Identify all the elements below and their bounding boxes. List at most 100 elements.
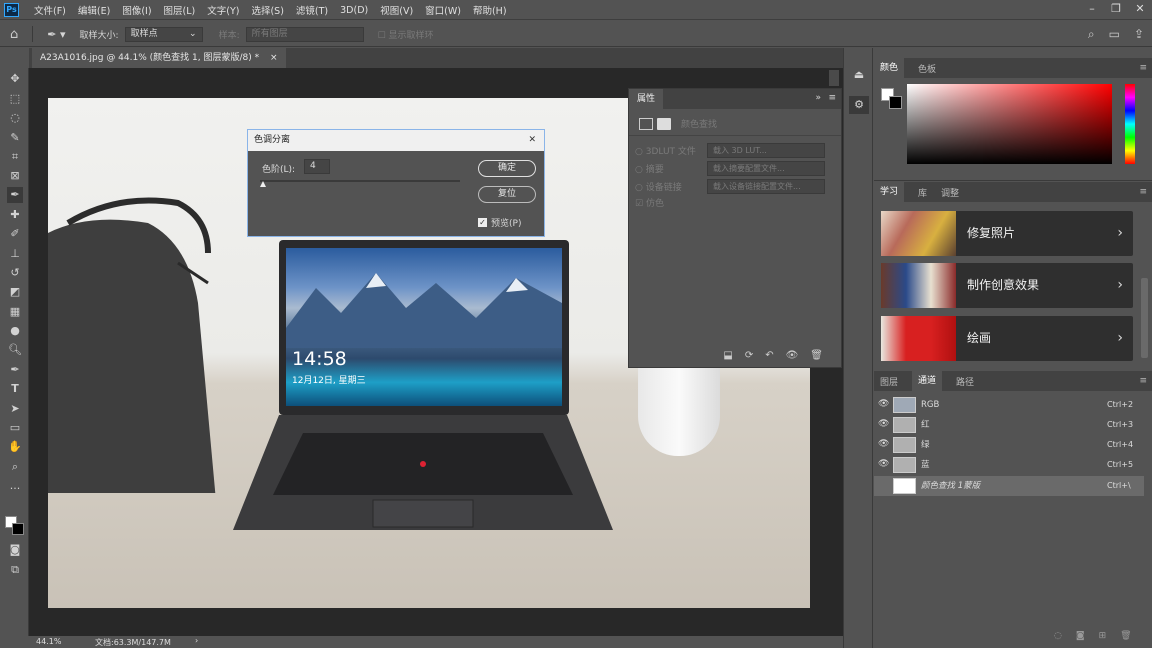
- quick-mask-icon[interactable]: ◙: [7, 542, 23, 558]
- frame-tool-icon[interactable]: ⊠: [7, 168, 23, 184]
- levels-input[interactable]: 4: [304, 159, 330, 174]
- dialog-close-icon[interactable]: ✕: [528, 130, 536, 151]
- menu-file[interactable]: 文件(F): [34, 3, 66, 17]
- history-brush-icon[interactable]: ↺: [7, 265, 23, 281]
- properties-panel-icon[interactable]: ⚙: [849, 96, 869, 114]
- tab-paths[interactable]: 路径: [956, 375, 974, 388]
- reset-adjustment-icon[interactable]: ↶: [765, 350, 773, 361]
- channel-row-mask[interactable]: 颜色查找 1蒙版 Ctrl+\: [874, 476, 1144, 496]
- tab-libraries[interactable]: 库: [918, 186, 927, 199]
- learn-panel-menu-icon[interactable]: ≡: [1139, 187, 1147, 197]
- menu-edit[interactable]: 编辑(E): [78, 3, 110, 17]
- menu-type[interactable]: 文字(Y): [207, 3, 239, 17]
- preview-checkbox[interactable]: ✓ 预览(P): [478, 216, 521, 229]
- quick-select-tool-icon[interactable]: ✎: [7, 130, 23, 146]
- channels-panel-menu-icon[interactable]: ≡: [1139, 376, 1147, 386]
- panel-menu-icon[interactable]: ≡: [828, 93, 836, 103]
- eyedropper-tool-icon[interactable]: ✒: [7, 187, 23, 203]
- new-channel-icon[interactable]: ⊞: [1099, 631, 1107, 641]
- abstract-option[interactable]: ○ 摘要: [635, 162, 664, 175]
- menu-3d[interactable]: 3D(D): [340, 5, 368, 16]
- type-tool-icon[interactable]: T: [7, 381, 23, 397]
- tab-swatches[interactable]: 色板: [918, 62, 936, 75]
- workspace-icon[interactable]: ▭: [1109, 27, 1120, 41]
- channel-row-red[interactable]: 👁︎ 红 Ctrl+3: [874, 415, 1144, 435]
- learn-item-repair-photo[interactable]: 修复照片 ›: [881, 211, 1133, 256]
- learn-scrollbar[interactable]: [1141, 278, 1148, 358]
- dither-checkbox[interactable]: ☑ 仿色: [635, 196, 664, 209]
- healing-brush-icon[interactable]: ✚: [7, 207, 23, 223]
- restore-icon[interactable]: ❐: [1104, 0, 1128, 20]
- color-panel-menu-icon[interactable]: ≡: [1139, 63, 1147, 73]
- tab-channels[interactable]: 通道: [912, 371, 943, 391]
- screen-mode-icon[interactable]: ⧉: [7, 562, 23, 578]
- levels-slider-track[interactable]: [260, 180, 460, 182]
- document-tab[interactable]: A23A1016.jpg @ 44.1% (颜色查找 1, 图层蒙版/8) * …: [32, 48, 286, 68]
- delete-channel-icon[interactable]: 🗑︎: [1120, 631, 1131, 641]
- pen-tool-icon[interactable]: ✒: [7, 362, 23, 378]
- tab-color[interactable]: 颜色: [874, 58, 905, 78]
- path-select-icon[interactable]: ➤: [7, 401, 23, 417]
- channel-row-green[interactable]: 👁︎ 绿 Ctrl+4: [874, 435, 1144, 455]
- eye-icon[interactable]: 👁︎: [878, 459, 889, 469]
- zoom-tool-icon[interactable]: ⌕: [7, 459, 23, 475]
- tab-learn[interactable]: 学习: [874, 182, 905, 202]
- eyedropper-preset-icon[interactable]: ✒ ▾: [47, 28, 65, 41]
- zoom-level[interactable]: 44.1%: [36, 637, 61, 646]
- menu-window[interactable]: 窗口(W): [425, 3, 461, 17]
- minimize-icon[interactable]: –: [1080, 0, 1104, 20]
- tab-layers[interactable]: 图层: [880, 375, 898, 388]
- eye-icon[interactable]: 👁︎: [878, 419, 889, 429]
- marquee-tool-icon[interactable]: ⬚: [7, 91, 23, 107]
- rectangle-tool-icon[interactable]: ▭: [7, 420, 23, 436]
- stamp-tool-icon[interactable]: ⊥: [7, 246, 23, 262]
- home-icon[interactable]: ⌂: [10, 27, 18, 42]
- menu-image[interactable]: 图像(I): [122, 3, 151, 17]
- learn-item-creative-effects[interactable]: 制作创意效果 ›: [881, 263, 1133, 308]
- collapse-panel-icon[interactable]: »: [815, 93, 821, 103]
- lut-file-option[interactable]: ○ 3DLUT 文件: [635, 144, 696, 157]
- properties-tab[interactable]: 属性: [629, 89, 664, 109]
- learn-item-painting[interactable]: 绘画 ›: [881, 316, 1133, 361]
- channel-row-rgb[interactable]: 👁︎ RGB Ctrl+2: [874, 395, 1144, 415]
- menu-view[interactable]: 视图(V): [380, 3, 413, 17]
- status-menu-arrow[interactable]: ›: [195, 636, 198, 645]
- background-color-swatch[interactable]: [12, 523, 24, 535]
- lasso-tool-icon[interactable]: ◌: [7, 110, 23, 126]
- clip-to-layer-icon[interactable]: ⬓: [723, 350, 732, 361]
- move-tool-icon[interactable]: ✥: [7, 71, 23, 87]
- share-icon[interactable]: ⇪: [1134, 27, 1144, 41]
- eye-icon[interactable]: 👁︎: [878, 439, 889, 449]
- dodge-tool-icon[interactable]: 🔍︎: [7, 342, 23, 358]
- channel-row-blue[interactable]: 👁︎ 蓝 Ctrl+5: [874, 455, 1144, 475]
- show-ring-checkbox[interactable]: ☐ 显示取样环: [378, 28, 434, 41]
- blur-tool-icon[interactable]: ●: [7, 323, 23, 339]
- gradient-tool-icon[interactable]: ▦: [7, 304, 23, 320]
- abstract-select[interactable]: 载入摘要配置文件...: [707, 161, 825, 176]
- delete-adjustment-icon[interactable]: 🗑︎: [810, 350, 823, 361]
- save-selection-icon[interactable]: ◙: [1076, 631, 1085, 641]
- sample-size-select[interactable]: 取样点 ⌄: [124, 26, 203, 42]
- visibility-toggle-icon[interactable]: 👁︎: [786, 350, 799, 361]
- levels-slider-handle[interactable]: [260, 181, 266, 187]
- more-tools-icon[interactable]: ···: [7, 481, 23, 497]
- device-link-option[interactable]: ○ 设备链接: [635, 180, 682, 193]
- reset-button[interactable]: 复位: [478, 186, 536, 203]
- color-field[interactable]: [907, 84, 1112, 164]
- search-icon[interactable]: ⌕: [1088, 27, 1095, 42]
- hand-tool-icon[interactable]: ✋: [7, 439, 23, 455]
- brush-tool-icon[interactable]: ✐: [7, 226, 23, 242]
- mask-icon[interactable]: [657, 117, 671, 130]
- sample-select[interactable]: 所有图层: [245, 26, 364, 42]
- view-previous-icon[interactable]: ⟳: [745, 350, 753, 361]
- hue-slider[interactable]: [1125, 84, 1135, 164]
- menu-layer[interactable]: 图层(L): [164, 3, 196, 17]
- menu-filter[interactable]: 滤镜(T): [296, 3, 328, 17]
- lut-file-select[interactable]: 载入 3D LUT...: [707, 143, 825, 158]
- close-tab-icon[interactable]: ×: [270, 53, 278, 63]
- eraser-tool-icon[interactable]: ◩: [7, 284, 23, 300]
- close-window-icon[interactable]: ✕: [1128, 0, 1152, 20]
- menu-select[interactable]: 选择(S): [251, 3, 283, 17]
- tab-adjustments[interactable]: 调整: [941, 186, 959, 199]
- history-panel-icon[interactable]: ⏏: [851, 68, 867, 84]
